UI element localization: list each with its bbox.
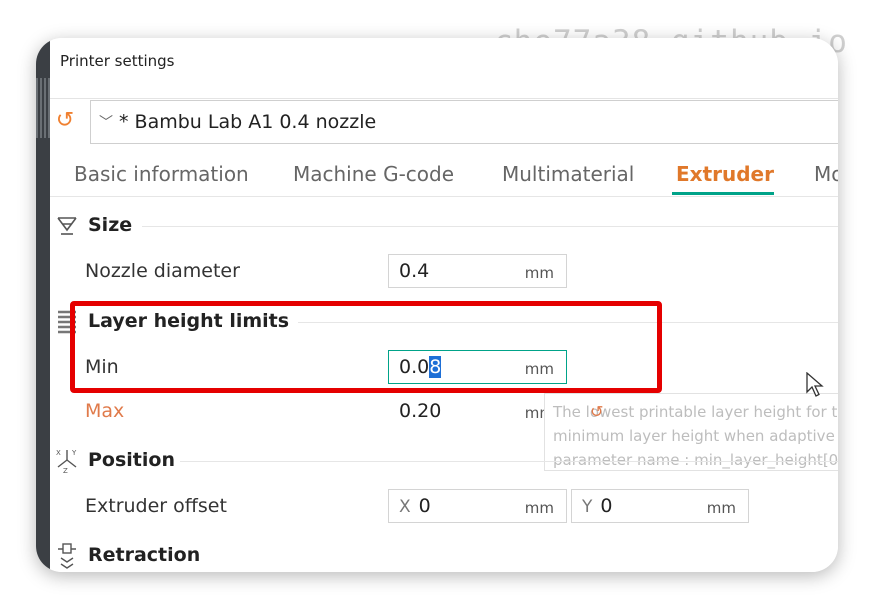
extruder-offset-y-value: 0 (600, 495, 613, 517)
retraction-icon (54, 542, 80, 572)
window-title: Printer settings (60, 52, 175, 70)
mouse-cursor-icon (806, 371, 824, 398)
preset-selector[interactable]: ﹀ * Bambu Lab A1 0.4 nozzle (90, 100, 838, 144)
size-icon (54, 213, 80, 241)
section-divider (142, 226, 838, 227)
tooltip: The lowest printable layer height for t … (544, 393, 838, 471)
y-axis-label: Y (582, 497, 593, 517)
section-title-size: Size (88, 214, 133, 236)
extruder-offset-x-input[interactable]: X0 mm (388, 489, 567, 523)
tab-more[interactable]: Mo (814, 162, 838, 186)
svg-text:X: X (56, 449, 61, 457)
nozzle-diameter-input[interactable]: 0.4 mm (388, 254, 567, 288)
tab-basic-information[interactable]: Basic information (74, 162, 249, 186)
x-axis-label: X (399, 497, 411, 517)
nozzle-diameter-value: 0.4 (399, 260, 430, 282)
reset-value-icon[interactable]: ↺ (590, 402, 603, 421)
extruder-offset-y-input[interactable]: Y0 mm (571, 489, 749, 523)
background-app-strip (36, 38, 50, 572)
svg-text:Z: Z (63, 467, 68, 473)
tooltip-line: minimum layer height when adaptive l (553, 427, 838, 445)
position-axes-icon: X Y Z (54, 447, 80, 477)
svg-text:Y: Y (71, 449, 77, 457)
nozzle-diameter-unit: mm (524, 264, 554, 282)
section-title-retraction: Retraction (88, 544, 201, 566)
tab-multimaterial[interactable]: Multimaterial (502, 162, 634, 186)
max-layer-height-input[interactable]: 0.20 mm (388, 394, 567, 428)
extruder-offset-x-value: 0 (418, 495, 431, 517)
tab-extruder[interactable]: Extruder (676, 162, 774, 186)
extruder-offset-y-unit: mm (706, 499, 736, 517)
tooltip-line: parameter name : min_layer_height[0 (553, 451, 838, 469)
chevron-down-icon: ﹀ (99, 115, 113, 131)
tab-machine-gcode[interactable]: Machine G-code (293, 162, 454, 186)
undo-icon[interactable]: ↺ (52, 108, 78, 134)
max-layer-height-label: Max (85, 400, 125, 422)
section-title-position: Position (88, 449, 175, 471)
tabs-divider (50, 196, 838, 197)
screenshot-frame: Printer settings ↺ ﹀ * Bambu Lab A1 0.4 … (36, 38, 838, 572)
extruder-offset-label: Extruder offset (85, 495, 227, 517)
active-tab-underline (672, 192, 774, 195)
highlight-box (70, 301, 662, 393)
max-layer-height-value: 0.20 (399, 400, 442, 422)
nozzle-diameter-label: Nozzle diameter (85, 260, 240, 282)
extruder-offset-x-unit: mm (524, 499, 554, 517)
printer-settings-window: Printer settings ↺ ﹀ * Bambu Lab A1 0.4 … (50, 38, 838, 572)
preset-name: * Bambu Lab A1 0.4 nozzle (119, 111, 377, 133)
titlebar-divider (50, 98, 838, 99)
section-divider (180, 461, 838, 462)
